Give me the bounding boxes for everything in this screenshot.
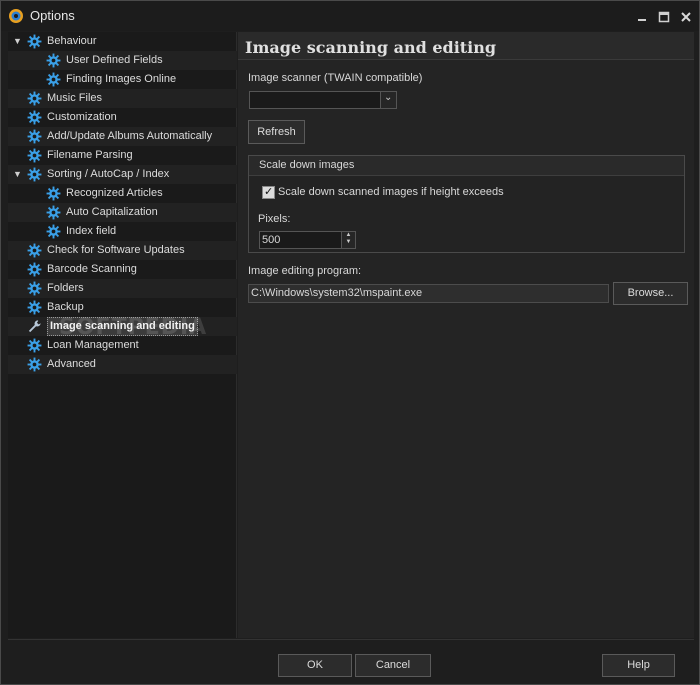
gear-icon [27, 281, 42, 296]
tree-item-label: Backup [47, 301, 84, 313]
gear-icon [27, 129, 42, 144]
gear-icon [46, 205, 61, 220]
scanner-label: Image scanner (TWAIN compatible) [248, 72, 423, 84]
tree-item-label: Customization [47, 111, 117, 123]
close-icon [681, 12, 691, 22]
tree-item[interactable]: Customization [8, 108, 237, 127]
tree-item-label: Check for Software Updates [47, 244, 185, 256]
tree-item[interactable]: Advanced [8, 355, 237, 374]
expand-arrow-icon[interactable]: ▼ [13, 32, 23, 51]
stepper-arrows[interactable]: ▲ ▼ [341, 232, 355, 248]
tree-item-label: Barcode Scanning [47, 263, 137, 275]
tree-item[interactable]: Image scanning and editing [8, 317, 237, 336]
options-tree[interactable]: ▼ Behaviour User Defined Fields Finding Ima… [8, 32, 237, 638]
title-bar[interactable]: Options [1, 1, 699, 31]
tree-item-label: Image scanning and editing [47, 317, 198, 336]
checkmark-icon: ✓ [264, 186, 274, 198]
increment-icon[interactable]: ▲ [342, 232, 355, 239]
panel-header: Image scanning and editing [238, 32, 694, 60]
tree-item-label: Index field [66, 225, 117, 237]
scale-down-checkbox-label: Scale down scanned images if height exce… [278, 186, 504, 198]
tree-item[interactable]: Finding Images Online [8, 70, 237, 89]
gear-icon [27, 300, 42, 315]
gear-icon [27, 34, 42, 49]
tree-item-label: Recognized Articles [66, 187, 163, 199]
help-button[interactable]: Help [602, 654, 675, 677]
gear-icon [27, 167, 42, 182]
editing-program-label: Image editing program: [248, 265, 362, 277]
tree-item-label: Add/Update Albums Automatically [47, 130, 213, 142]
maximize-button[interactable] [657, 10, 671, 24]
tree-item[interactable]: Loan Management [8, 336, 237, 355]
gear-icon [46, 53, 61, 68]
tree-item-label: Auto Capitalization [66, 206, 158, 218]
panel-title: Image scanning and editing [245, 38, 497, 57]
tree-item[interactable]: Recognized Articles [8, 184, 237, 203]
tree-item[interactable]: Auto Capitalization [8, 203, 237, 222]
tree-item-label: Behaviour [47, 35, 97, 47]
tree-item-label: Advanced [47, 358, 96, 370]
gear-icon [46, 186, 61, 201]
tree-item[interactable]: ▼ Behaviour [8, 32, 237, 51]
gear-icon [46, 224, 61, 239]
tree-item[interactable]: ▼ Sorting / AutoCap / Index [8, 165, 237, 184]
pixels-label: Pixels: [258, 213, 291, 225]
gear-icon [27, 110, 42, 125]
tree-item[interactable]: Music Files [8, 89, 237, 108]
app-icon [9, 9, 23, 23]
cancel-button[interactable]: Cancel [355, 654, 431, 677]
scale-down-group: Scale down images ✓ Scale down scanned i… [248, 155, 685, 253]
gear-icon [27, 91, 42, 106]
chevron-down-icon: ⌄ [384, 92, 393, 103]
tree-item[interactable]: User Defined Fields [8, 51, 237, 70]
scanner-dropdown[interactable]: ⌄ [249, 91, 397, 109]
expand-arrow-icon[interactable]: ▼ [13, 165, 23, 184]
refresh-button[interactable]: Refresh [248, 120, 305, 144]
tree-item-label: Sorting / AutoCap / Index [47, 168, 170, 180]
decrement-icon[interactable]: ▼ [342, 239, 355, 246]
group-header: Scale down images [249, 156, 684, 176]
pixels-value: 500 [262, 234, 281, 246]
group-title: Scale down images [259, 159, 355, 171]
pixels-stepper[interactable]: 500 ▲ ▼ [259, 231, 356, 249]
ok-button[interactable]: OK [278, 654, 352, 677]
close-button[interactable] [679, 10, 693, 24]
gear-icon [27, 338, 42, 353]
tree-item-label: Finding Images Online [66, 73, 177, 85]
settings-panel: Image scanning and editing Image scanner… [238, 32, 694, 638]
tree-item-label: Folders [47, 282, 84, 294]
tree-item[interactable]: Folders [8, 279, 237, 298]
gear-icon [46, 72, 61, 87]
tree-item-label: Filename Parsing [47, 149, 133, 161]
tree-item[interactable]: Add/Update Albums Automatically [8, 127, 237, 146]
tree-item[interactable]: Index field [8, 222, 237, 241]
dropdown-arrow[interactable]: ⌄ [380, 92, 396, 108]
browse-button[interactable]: Browse... [613, 282, 688, 305]
minimize-icon [638, 19, 646, 21]
scale-down-checkbox[interactable]: ✓ [262, 186, 275, 199]
dialog-button-bar: OK Cancel Help [8, 639, 694, 679]
tree-item[interactable]: Barcode Scanning [8, 260, 237, 279]
tree-item[interactable]: Check for Software Updates [8, 241, 237, 260]
tree-item-label: User Defined Fields [66, 54, 163, 66]
minimize-button[interactable] [635, 10, 649, 24]
gear-icon [27, 357, 42, 372]
gear-icon [27, 262, 42, 277]
gear-icon [27, 148, 42, 163]
window-title: Options [30, 8, 75, 23]
editing-program-field[interactable]: C:\Windows\system32\mspaint.exe [248, 284, 609, 303]
options-window: Options ▼ Behaviour User Defined Fields Fin… [0, 0, 700, 685]
tree-item[interactable]: Filename Parsing [8, 146, 237, 165]
wrench-icon [27, 319, 42, 334]
tree-item-label: Music Files [47, 92, 103, 104]
maximize-icon [658, 11, 670, 23]
tree-item-label: Loan Management [47, 339, 139, 351]
tree-item[interactable]: Backup [8, 298, 237, 317]
gear-icon [27, 243, 42, 258]
